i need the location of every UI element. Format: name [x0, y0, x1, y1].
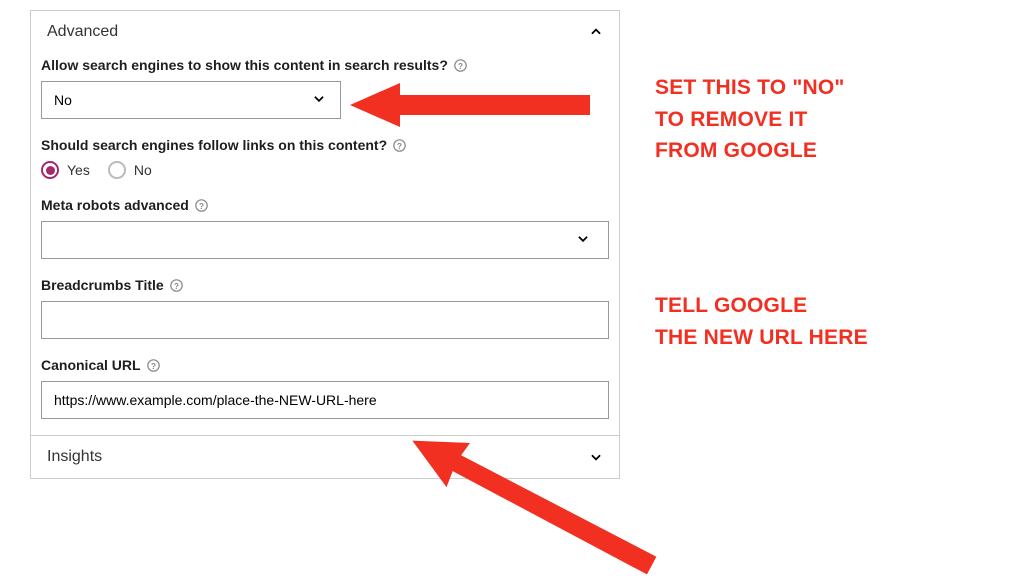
radio-no[interactable]: No	[108, 161, 152, 179]
canonical-label: Canonical URL ?	[41, 357, 609, 373]
radio-button-icon	[108, 161, 126, 179]
svg-text:?: ?	[199, 201, 204, 210]
radio-label: Yes	[67, 162, 90, 178]
label-text: Meta robots advanced	[41, 197, 189, 213]
follow-links-radios: Yes No	[41, 161, 609, 179]
follow-links-label: Should search engines follow links on th…	[41, 137, 609, 153]
radio-yes[interactable]: Yes	[41, 161, 90, 179]
help-icon[interactable]: ?	[195, 199, 208, 212]
svg-text:?: ?	[151, 361, 156, 370]
allow-search-select[interactable]: No	[41, 81, 341, 119]
radio-label: No	[134, 162, 152, 178]
radio-button-icon	[41, 161, 59, 179]
help-icon[interactable]: ?	[393, 139, 406, 152]
label-text: Canonical URL	[41, 357, 141, 373]
annotation-text-bottom: TELL GOOGLE THE NEW URL HERE	[655, 290, 868, 353]
canonical-input[interactable]	[41, 381, 609, 419]
chevron-up-icon	[589, 25, 603, 39]
label-text: Allow search engines to show this conten…	[41, 57, 448, 73]
breadcrumbs-input[interactable]	[41, 301, 609, 339]
advanced-title: Advanced	[47, 23, 118, 41]
advanced-panel: Advanced Allow search engines to show th…	[30, 10, 620, 479]
chevron-down-icon	[589, 450, 603, 464]
allow-search-label: Allow search engines to show this conten…	[41, 57, 609, 73]
help-icon[interactable]: ?	[454, 59, 467, 72]
label-text: Breadcrumbs Title	[41, 277, 164, 293]
svg-text:?: ?	[174, 281, 179, 290]
chevron-down-icon	[312, 92, 326, 109]
help-icon[interactable]: ?	[170, 279, 183, 292]
chevron-down-icon	[576, 232, 590, 249]
advanced-body: Allow search engines to show this conten…	[31, 57, 619, 435]
help-icon[interactable]: ?	[147, 359, 160, 372]
meta-robots-select[interactable]	[41, 221, 609, 259]
annotation-text-top: SET THIS TO "NO" TO REMOVE IT FROM GOOGL…	[655, 72, 845, 167]
label-text: Should search engines follow links on th…	[41, 137, 387, 153]
meta-robots-label: Meta robots advanced ?	[41, 197, 609, 213]
svg-text:?: ?	[397, 141, 402, 150]
advanced-header[interactable]: Advanced	[31, 11, 619, 53]
breadcrumbs-label: Breadcrumbs Title ?	[41, 277, 609, 293]
insights-title: Insights	[47, 448, 102, 466]
select-value: No	[54, 92, 72, 108]
svg-text:?: ?	[458, 61, 463, 70]
insights-header[interactable]: Insights	[31, 435, 619, 478]
